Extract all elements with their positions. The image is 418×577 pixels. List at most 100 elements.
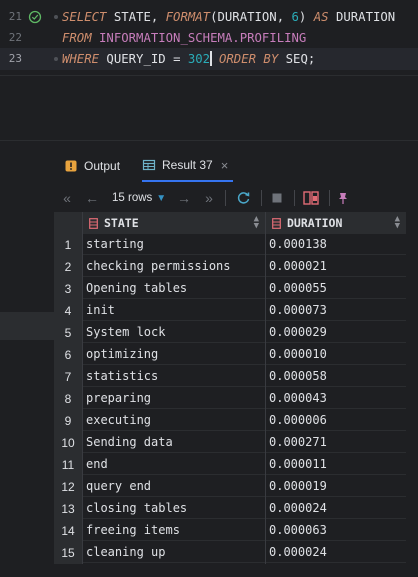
table-icon <box>142 159 156 171</box>
table-row[interactable]: 15 cleaning up 0.000024 <box>54 542 406 564</box>
table-row[interactable]: 1 starting 0.000138 <box>54 234 406 256</box>
cell-duration[interactable]: 0.000138 <box>266 234 406 255</box>
table-row[interactable]: 2 checking permissions 0.000021 <box>54 256 406 278</box>
pin-icon[interactable] <box>336 186 350 210</box>
column-header-state[interactable]: STATE ▲ ▼ <box>83 212 265 234</box>
table-row[interactable]: 13 closing tables 0.000024 <box>54 498 406 520</box>
cell-duration[interactable]: 0.000271 <box>266 432 406 453</box>
grid-line <box>265 212 266 564</box>
cell-state[interactable]: starting <box>83 234 265 255</box>
row-number[interactable]: 6 <box>54 344 82 366</box>
table-row[interactable]: 5 System lock 0.000029 <box>54 322 406 344</box>
first-page-button[interactable]: « <box>60 186 74 210</box>
gutter-marker <box>54 57 58 61</box>
cell-duration[interactable]: 0.000073 <box>266 300 406 321</box>
row-number[interactable]: 4 <box>54 300 82 322</box>
row-number[interactable]: 11 <box>54 454 82 476</box>
toolbar-separator <box>329 190 330 206</box>
row-number[interactable]: 1 <box>54 234 82 256</box>
code-line: FROM INFORMATION_SCHEMA.PROFILING <box>62 27 306 49</box>
table-row[interactable]: 6 optimizing 0.000010 <box>54 344 406 366</box>
refresh-icon[interactable] <box>236 186 252 210</box>
cell-state[interactable]: closing tables <box>83 498 265 519</box>
column-icon <box>89 217 98 229</box>
code-token: ORDER BY <box>219 52 279 66</box>
table-row[interactable]: 10 Sending data 0.000271 <box>54 432 406 454</box>
row-number[interactable]: 7 <box>54 366 82 388</box>
table-row[interactable]: 9 executing 0.000006 <box>54 410 406 432</box>
next-page-button[interactable]: → <box>176 186 192 210</box>
editor-line-23[interactable]: 23 WHERE QUERY_ID = 302 ORDER BY SEQ; <box>0 48 418 70</box>
table-row[interactable]: 3 Opening tables 0.000055 <box>54 278 406 300</box>
sql-editor[interactable]: 21 SELECT STATE, FORMAT(DURATION, 6) AS … <box>0 0 418 75</box>
cell-duration[interactable]: 0.000021 <box>266 256 406 277</box>
table-row[interactable]: 12 query end 0.000019 <box>54 476 406 498</box>
cell-state[interactable]: preparing <box>83 388 265 409</box>
cell-duration[interactable]: 0.000063 <box>266 520 406 541</box>
row-number[interactable]: 2 <box>54 256 82 278</box>
grid-line <box>82 212 83 564</box>
tab-result-label: Result 37 <box>162 158 213 172</box>
code-token: ) <box>298 10 314 24</box>
code-token: QUERY_ID = <box>99 52 188 66</box>
row-number[interactable]: 5 <box>54 322 82 344</box>
code-token: AS <box>313 10 329 24</box>
last-page-button[interactable]: » <box>202 186 216 210</box>
cell-duration[interactable]: 0.000055 <box>266 278 406 299</box>
cell-state[interactable]: cleaning up <box>83 542 265 563</box>
cell-duration[interactable]: 0.000006 <box>266 410 406 431</box>
cell-state[interactable]: checking permissions <box>83 256 265 277</box>
cell-state[interactable]: executing <box>83 410 265 431</box>
cell-duration[interactable]: 0.000011 <box>266 454 406 475</box>
tab-output[interactable]: Output <box>64 150 120 182</box>
cell-duration[interactable]: 0.000019 <box>266 476 406 497</box>
cell-state[interactable]: query end <box>83 476 265 497</box>
code-line: SELECT STATE, FORMAT(DURATION, 6) AS DUR… <box>62 6 395 28</box>
table-row[interactable]: 14 freeing items 0.000063 <box>54 520 406 542</box>
cell-state[interactable]: System lock <box>83 322 265 343</box>
sort-icon[interactable]: ▲ ▼ <box>254 215 259 231</box>
code-token: DURATION <box>328 10 396 24</box>
row-number[interactable]: 14 <box>54 520 82 542</box>
sort-icon[interactable]: ▲ ▼ <box>395 215 400 231</box>
table-row[interactable]: 8 preparing 0.000043 <box>54 388 406 410</box>
column-header-duration[interactable]: DURATION ▲ ▼ <box>266 212 406 234</box>
cell-state[interactable]: optimizing <box>83 344 265 365</box>
cell-state[interactable]: Opening tables <box>83 278 265 299</box>
editor-line-22[interactable]: 22 FROM INFORMATION_SCHEMA.PROFILING <box>0 27 418 49</box>
table-row[interactable]: 7 statistics 0.000058 <box>54 366 406 388</box>
cell-duration[interactable]: 0.000010 <box>266 344 406 365</box>
cell-state[interactable]: end <box>83 454 265 475</box>
cell-state[interactable]: init <box>83 300 265 321</box>
rows-selector[interactable]: 15 rows ▼ <box>112 186 166 210</box>
row-number[interactable]: 13 <box>54 498 82 520</box>
code-line: WHERE QUERY_ID = 302 ORDER BY SEQ; <box>62 48 315 70</box>
previous-page-button[interactable]: ← <box>84 186 100 210</box>
check-icon <box>28 10 42 24</box>
cell-duration[interactable]: 0.000043 <box>266 388 406 409</box>
row-number[interactable]: 12 <box>54 476 82 498</box>
tab-result-37[interactable]: Result 37 × <box>142 150 233 182</box>
row-number[interactable]: 9 <box>54 410 82 432</box>
cell-duration[interactable]: 0.000029 <box>266 322 406 343</box>
cell-duration[interactable]: 0.000024 <box>266 542 406 563</box>
cell-duration[interactable]: 0.000058 <box>266 366 406 387</box>
table-row[interactable]: 11 end 0.000011 <box>54 454 406 476</box>
row-number[interactable]: 8 <box>54 388 82 410</box>
table-row[interactable]: 4 init 0.000073 <box>54 300 406 322</box>
cell-state[interactable]: freeing items <box>83 520 265 541</box>
result-toolbar: « ← 15 rows ▼ → » <box>54 186 418 210</box>
code-token: STATE, <box>106 10 166 24</box>
cell-state[interactable]: statistics <box>83 366 265 387</box>
cell-duration[interactable]: 0.000024 <box>266 498 406 519</box>
compare-icon[interactable] <box>302 186 320 210</box>
column-header-label: DURATION <box>287 216 343 230</box>
row-number[interactable]: 10 <box>54 432 82 454</box>
row-number[interactable]: 3 <box>54 278 82 300</box>
stop-icon[interactable] <box>270 186 284 210</box>
code-token: FORMAT <box>165 10 211 24</box>
editor-line-21[interactable]: 21 SELECT STATE, FORMAT(DURATION, 6) AS … <box>0 6 418 28</box>
close-icon[interactable]: × <box>221 158 229 173</box>
cell-state[interactable]: Sending data <box>83 432 265 453</box>
row-number[interactable]: 15 <box>54 542 82 564</box>
